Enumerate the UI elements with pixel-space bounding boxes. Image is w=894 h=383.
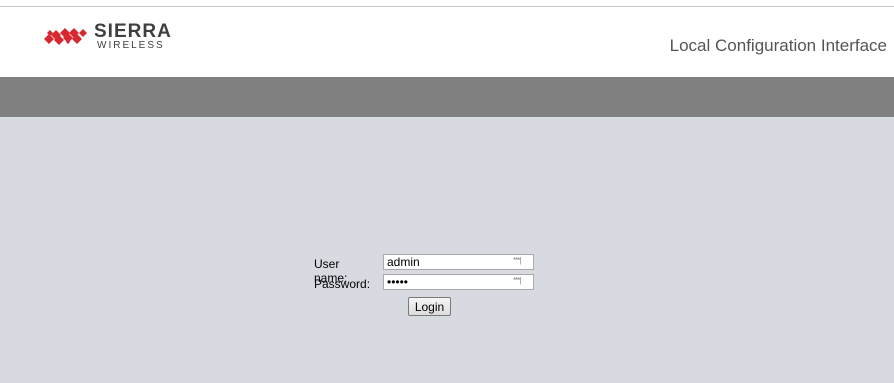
sierra-wireless-logo: SIERRA WIRELESS [44, 21, 204, 61]
password-field[interactable] [383, 274, 534, 290]
nav-bar [0, 77, 894, 117]
login-button[interactable]: Login [408, 297, 451, 316]
password-label: Password: [314, 277, 371, 291]
sierra-wireless-logo-icon [44, 28, 87, 45]
username-field[interactable] [383, 254, 534, 270]
main-content: User name: ***| Password: ***| Login [0, 117, 894, 383]
page-title: Local Configuration Interface [669, 36, 887, 55]
logo-subtitle-text: WIRELESS [97, 40, 165, 51]
